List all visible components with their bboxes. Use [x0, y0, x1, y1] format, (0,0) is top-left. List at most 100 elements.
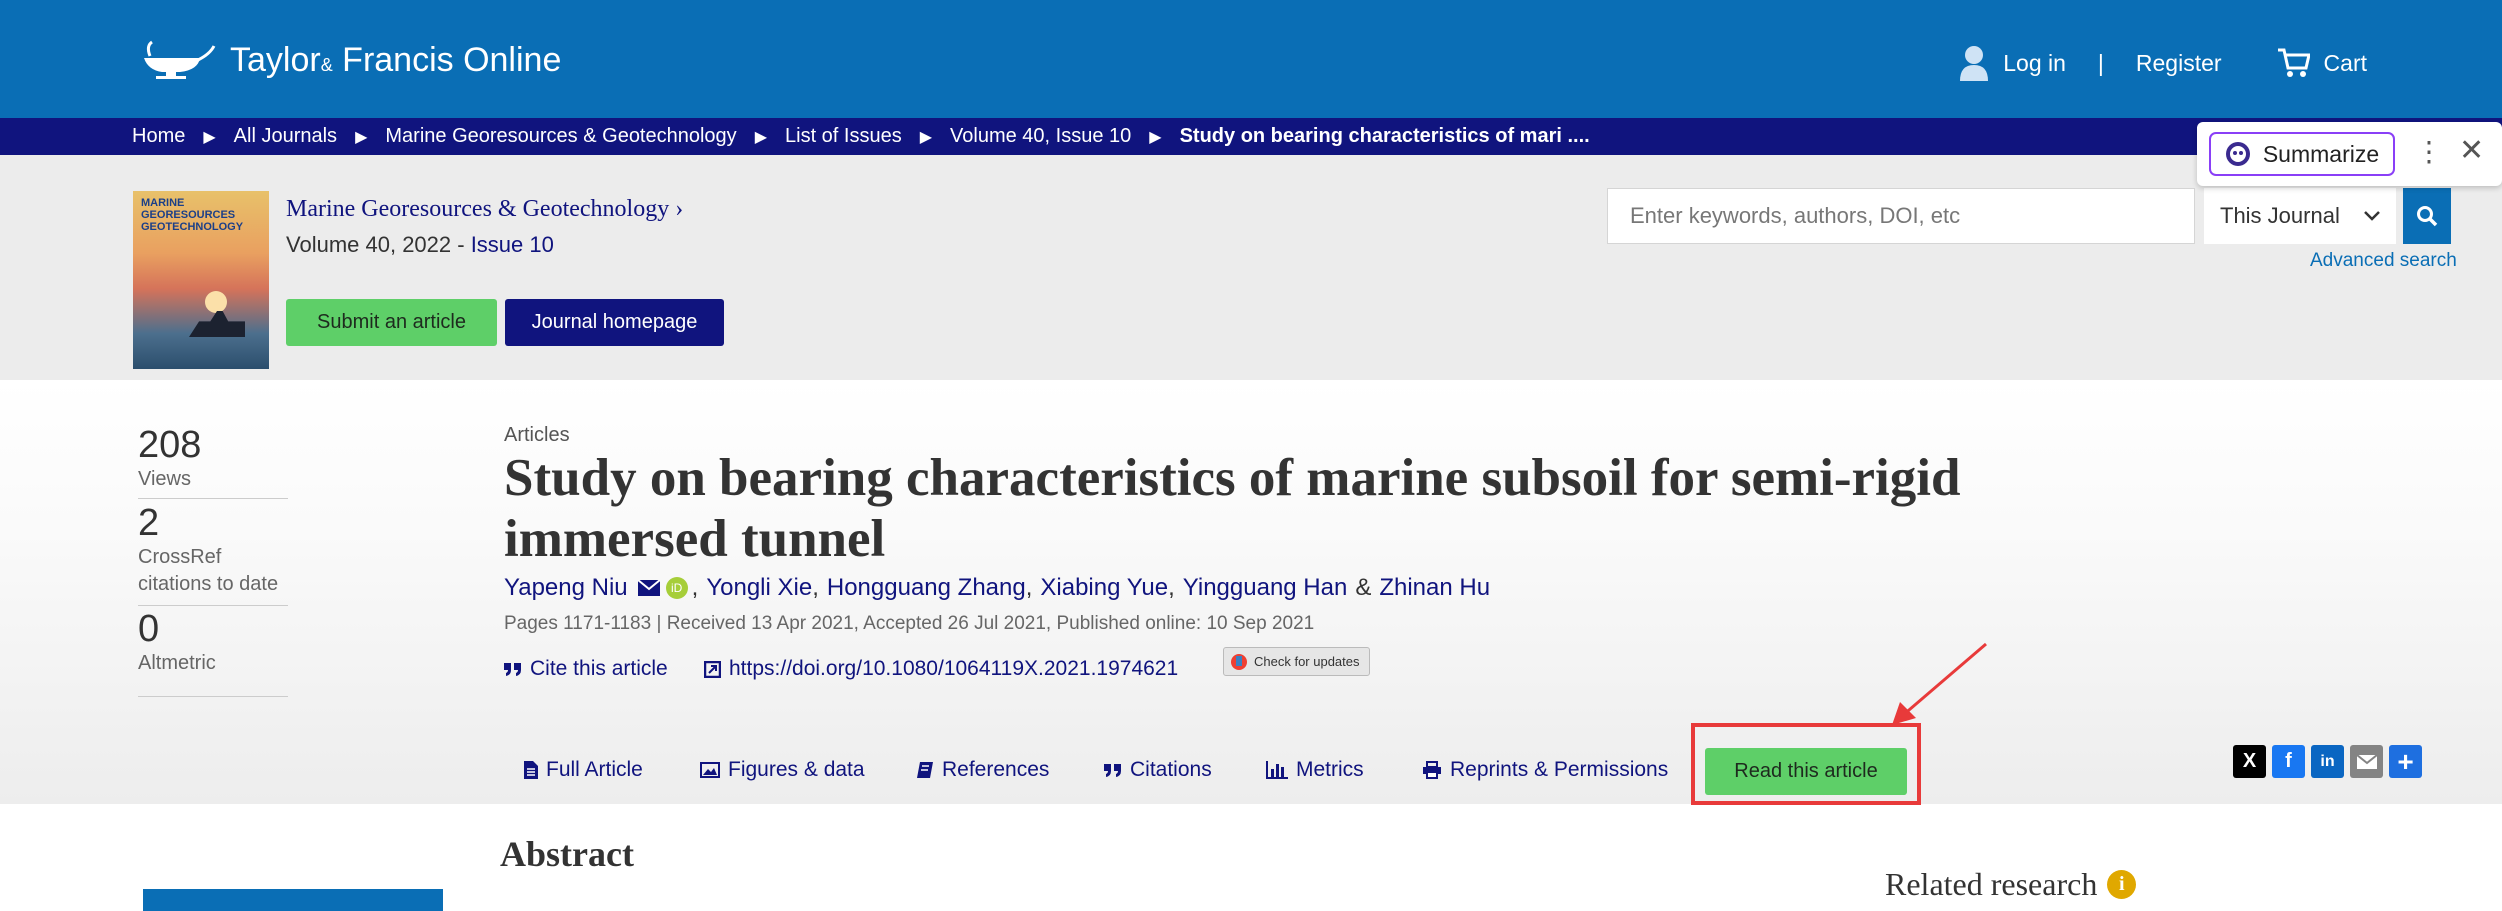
site-header: Taylor& Francis Online Log in | Register… — [0, 0, 2502, 118]
author-ampersand: & — [1355, 574, 1372, 601]
breadcrumb: Home ▶ All Journals ▶ Marine Georesource… — [132, 118, 1590, 155]
document-icon — [524, 761, 538, 779]
tab-label: Full Article — [546, 758, 643, 781]
annotation-arrow-icon — [1892, 642, 1987, 725]
logo-text: Taylor& Francis Online — [230, 40, 562, 79]
author-link[interactable]: Yongli Xie — [706, 574, 812, 602]
bar-chart-icon — [1266, 761, 1288, 779]
image-icon — [700, 762, 720, 778]
tab-label: Reprints & Permissions — [1450, 758, 1669, 781]
author-list: Yapeng Niu iD, Yongli Xie, Hongguang Zha… — [504, 574, 1490, 602]
email-icon[interactable] — [2350, 745, 2383, 778]
crossref-label: CrossRef citations to date — [138, 546, 279, 595]
cite-article-link[interactable]: Cite this article — [504, 657, 668, 681]
views-label: Views — [138, 468, 191, 490]
add-icon[interactable]: + — [2389, 745, 2422, 778]
publication-info: Pages 1171-1183 | Received 13 Apr 2021, … — [504, 613, 1315, 634]
search-input[interactable] — [1607, 188, 2195, 244]
breadcrumb-arrow-icon: ▶ — [754, 128, 767, 146]
x-icon[interactable]: X — [2233, 745, 2266, 778]
facebook-icon[interactable]: f — [2272, 745, 2305, 778]
summarize-button[interactable]: Summarize — [2209, 132, 2395, 176]
author-separator: , — [1025, 574, 1033, 601]
tab-full-article[interactable]: Full Article — [524, 758, 643, 782]
journal-title-link[interactable]: Marine Georesources & Geotechnology › — [286, 196, 683, 223]
article-type: Articles — [504, 424, 570, 446]
author-link[interactable]: Xiabing Yue — [1040, 574, 1168, 602]
highlight-box — [1691, 723, 1921, 805]
issue-link[interactable]: Issue 10 — [471, 232, 554, 257]
search-scope-select[interactable]: This Journal — [2204, 188, 2396, 244]
tab-label: Figures & data — [728, 758, 865, 781]
chevron-right-icon: › — [675, 196, 684, 222]
altmetric-metric[interactable]: 0 Altmetric — [138, 608, 288, 697]
volume-text: Volume 40, 2022 - — [286, 232, 471, 257]
search-scope-value: This Journal — [2220, 203, 2340, 228]
cover-sun — [205, 291, 227, 313]
breadcrumb-home[interactable]: Home — [132, 125, 185, 148]
check-for-updates-button[interactable]: Check for updates — [1223, 647, 1370, 676]
related-research-heading: Related research i — [1885, 866, 2137, 903]
search-button[interactable] — [2403, 188, 2451, 244]
tab-figures-data[interactable]: Figures & data — [700, 758, 865, 782]
doi-link[interactable]: https://doi.org/10.1080/1064119X.2021.19… — [704, 657, 1178, 681]
login-link[interactable]: Log in — [1959, 45, 2066, 81]
breadcrumb-all-journals[interactable]: All Journals — [234, 125, 337, 148]
external-link-icon — [704, 660, 721, 678]
breadcrumb-journal[interactable]: Marine Georesources & Geotechnology — [385, 125, 736, 148]
summarize-widget: Summarize ⋮ ✕ — [2197, 122, 2502, 186]
tab-label: Citations — [1130, 758, 1212, 781]
email-icon[interactable] — [637, 580, 660, 596]
author-link[interactable]: Hongguang Zhang — [827, 574, 1026, 602]
cite-label: Cite this article — [530, 657, 668, 680]
crossref-metric[interactable]: 2 CrossRef citations to date — [138, 502, 288, 606]
views-metric: 208 Views — [138, 424, 288, 499]
tab-citations[interactable]: Citations — [1104, 758, 1212, 782]
orcid-icon[interactable]: iD — [665, 577, 688, 599]
cart-link[interactable]: Cart — [2277, 48, 2367, 78]
submit-article-button[interactable]: Submit an article — [286, 299, 497, 346]
linkedin-icon[interactable]: in — [2311, 745, 2344, 778]
info-icon[interactable]: i — [2107, 870, 2137, 899]
register-link[interactable]: Register — [2136, 50, 2222, 77]
sidebar-banner[interactable] — [143, 889, 443, 911]
doi-text: https://doi.org/10.1080/1064119X.2021.19… — [729, 657, 1179, 680]
journal-volume-info: Volume 40, 2022 - Issue 10 — [286, 232, 554, 258]
check-updates-label: Check for updates — [1254, 654, 1360, 669]
login-label: Log in — [2003, 49, 2066, 76]
breadcrumb-volume-issue[interactable]: Volume 40, Issue 10 — [950, 125, 1131, 148]
author-link[interactable]: Yapeng Niu — [504, 574, 628, 602]
quote-icon — [1104, 764, 1121, 777]
altmetric-count: 0 — [138, 608, 160, 650]
journal-cover-image[interactable]: MARINE GEORESOURCES GEOTECHNOLOGY — [133, 191, 269, 369]
advanced-search-link[interactable]: Advanced search — [2310, 250, 2457, 272]
altmetric-label: Altmetric — [138, 652, 216, 674]
taylor-francis-logo[interactable]: Taylor& Francis Online — [140, 40, 561, 80]
user-icon — [1960, 46, 1989, 81]
quote-icon — [504, 663, 521, 676]
journal-homepage-button[interactable]: Journal homepage — [505, 299, 724, 346]
related-research-label: Related research — [1885, 866, 2098, 902]
crossref-count: 2 — [138, 502, 160, 544]
printer-icon — [1423, 761, 1441, 779]
breadcrumb-arrow-icon: ▶ — [919, 128, 933, 146]
article-title: Study on bearing characteristics of mari… — [504, 449, 1961, 568]
tab-references[interactable]: References — [916, 758, 1049, 782]
breadcrumb-list-of-issues[interactable]: List of Issues — [785, 125, 902, 148]
tab-metrics[interactable]: Metrics — [1266, 758, 1364, 782]
share-bar: X f in + — [2233, 745, 2422, 778]
author-link[interactable]: Zhinan Hu — [1379, 574, 1490, 602]
close-icon[interactable]: ✕ — [2459, 136, 2484, 166]
breadcrumb-arrow-icon: ▶ — [355, 128, 368, 146]
crossmark-icon — [1231, 653, 1247, 670]
breadcrumb-arrow-icon: ▶ — [203, 128, 216, 146]
tab-reprints-permissions[interactable]: Reprints & Permissions — [1422, 758, 1668, 782]
tab-label: Metrics — [1296, 758, 1364, 781]
more-options-icon[interactable]: ⋮ — [2415, 138, 2443, 166]
abstract-heading: Abstract — [500, 834, 634, 874]
chevron-down-icon — [2364, 211, 2380, 221]
author-separator: , — [1168, 574, 1175, 601]
summarize-label: Summarize — [2262, 140, 2380, 167]
cover-excavator — [189, 311, 245, 337]
author-link[interactable]: Yingguang Han — [1183, 574, 1348, 602]
